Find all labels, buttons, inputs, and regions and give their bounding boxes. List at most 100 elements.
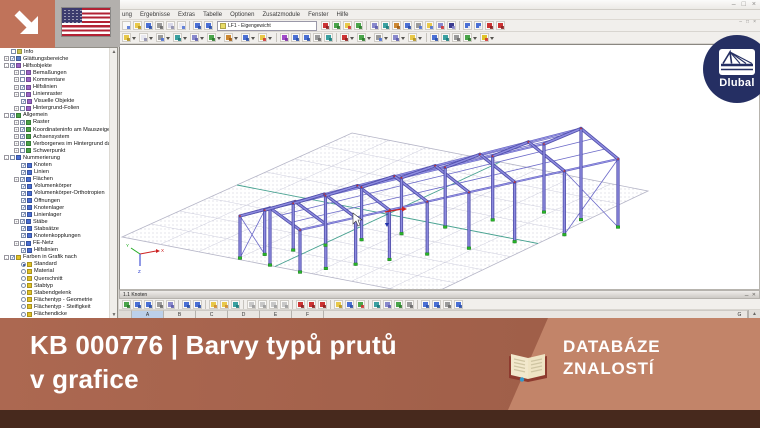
fx-icon[interactable] — [432, 299, 441, 309]
column-header-E[interactable]: E — [260, 310, 292, 318]
table-export-icon[interactable] — [144, 299, 153, 309]
pan-icon[interactable] — [313, 33, 322, 42]
close-icon[interactable]: × — [752, 1, 756, 9]
scroll-up-icon[interactable]: ▲ — [111, 49, 117, 55]
jump-next-icon[interactable] — [318, 299, 327, 309]
row-delete-icon[interactable] — [280, 299, 289, 309]
tree-item[interactable]: + Kommentare — [0, 76, 117, 83]
sum-icon[interactable] — [421, 299, 430, 309]
expand-icon[interactable]: + — [14, 119, 19, 125]
radio-button[interactable] — [21, 304, 26, 310]
zoom-out-icon[interactable] — [302, 33, 311, 42]
expand-icon[interactable]: + — [14, 105, 19, 111]
copy-icon[interactable] — [166, 21, 175, 30]
load-case-select[interactable]: LF1 - Eigengewicht — [217, 20, 317, 31]
new-file-icon[interactable] — [122, 21, 131, 30]
tree-item[interactable]: Hilfslinien — [0, 247, 117, 254]
result-panel-icon[interactable] — [332, 21, 341, 30]
table-filter-icon[interactable] — [166, 299, 175, 309]
import-dxf-icon[interactable] — [372, 299, 381, 309]
tree-item[interactable]: + Glättungsbereiche — [0, 55, 117, 62]
child-window-controls[interactable]: – □ × — [739, 19, 756, 25]
checkbox[interactable] — [21, 226, 26, 232]
workplane-icon[interactable] — [408, 33, 417, 42]
zoom-in-icon[interactable] — [291, 33, 300, 42]
checkbox[interactable] — [20, 240, 25, 246]
grid-toggle-icon[interactable] — [374, 33, 383, 42]
isometric-view-dropdown-caret[interactable] — [200, 33, 205, 42]
row-up-icon[interactable] — [247, 299, 256, 309]
view-render-dropdown-caret[interactable] — [183, 33, 188, 42]
loadcase-nav-right-icon[interactable] — [204, 21, 213, 30]
checkbox[interactable] — [20, 84, 25, 91]
find-icon[interactable] — [425, 21, 434, 30]
jump-prev-icon[interactable] — [307, 299, 316, 309]
tree-item[interactable]: - Nummerierung — [0, 154, 117, 161]
guidelines-dropdown-caret[interactable] — [401, 33, 406, 42]
tree-item[interactable]: Stabsätze — [0, 225, 117, 232]
render-icon[interactable] — [381, 21, 390, 30]
display-props-icon[interactable] — [258, 33, 267, 42]
isometric-view-icon[interactable] — [190, 33, 199, 42]
child-close-icon[interactable]: × — [753, 19, 756, 25]
colors-scale-icon[interactable] — [480, 33, 489, 42]
radio-button[interactable] — [21, 261, 26, 267]
checkbox[interactable] — [10, 155, 15, 161]
guidelines-icon[interactable] — [391, 33, 400, 42]
open-folder-icon[interactable] — [133, 21, 142, 30]
checkbox[interactable] — [21, 233, 26, 239]
radio-button[interactable] — [21, 276, 26, 282]
tree-item[interactable]: + Bemaßungen — [0, 69, 117, 76]
menu-item-ung[interactable]: ung — [122, 12, 132, 18]
checkbox[interactable] — [20, 77, 25, 83]
numbering-dropdown-caret[interactable] — [251, 33, 256, 42]
checkbox[interactable] — [10, 56, 15, 62]
show-results-icon[interactable] — [321, 21, 330, 30]
checkbox[interactable] — [20, 105, 25, 111]
checkbox[interactable] — [10, 112, 15, 119]
highlight-off-icon[interactable] — [220, 299, 229, 309]
checkbox[interactable] — [20, 119, 25, 126]
expand-icon[interactable]: + — [14, 240, 19, 246]
expand-icon[interactable]: + — [14, 176, 19, 182]
rotate-icon[interactable] — [403, 21, 412, 30]
display-props-dropdown-caret[interactable] — [268, 33, 273, 42]
tree-item[interactable]: Flächendicke — [0, 310, 117, 317]
redo-dropdown-caret[interactable] — [149, 33, 154, 42]
checkbox[interactable] — [21, 98, 26, 105]
tree-item[interactable]: Flächentyp - Geometrie — [0, 296, 117, 303]
maximize-icon[interactable]: □ — [742, 1, 746, 9]
tree-item[interactable]: Linienlager — [0, 211, 117, 218]
mirror-icon[interactable] — [430, 33, 439, 42]
collapse-icon[interactable]: - — [4, 155, 9, 161]
snap-dropdown-caret[interactable] — [367, 33, 372, 42]
table-corner-cell[interactable] — [119, 310, 132, 318]
table-import-icon[interactable] — [133, 299, 142, 309]
expand-icon[interactable]: + — [14, 70, 19, 76]
radio-button[interactable] — [21, 311, 26, 317]
tree-item[interactable]: + Flächen — [0, 176, 117, 183]
checkbox[interactable] — [21, 205, 26, 211]
collapse-icon[interactable]: - — [4, 112, 9, 118]
loadcase-step-dropdown-caret[interactable] — [234, 33, 239, 42]
undo-dropdown-caret[interactable] — [132, 33, 137, 42]
colors-scale-dropdown-caret[interactable] — [490, 33, 495, 42]
dimension-icon[interactable] — [452, 33, 461, 42]
new-model-icon[interactable] — [370, 21, 379, 30]
table-scroll-up-icon[interactable]: ▲ — [748, 310, 760, 318]
checkbox[interactable] — [20, 134, 25, 140]
column-header-C[interactable]: C — [196, 310, 228, 318]
expand-icon[interactable]: + — [14, 141, 19, 147]
checkbox[interactable] — [10, 63, 15, 69]
tree-item[interactable]: Volumenkörper-Orthotropien — [0, 190, 117, 197]
calculate-icon[interactable] — [343, 21, 352, 30]
expand-icon[interactable]: + — [14, 219, 19, 225]
view-xy-dropdown-caret[interactable] — [166, 33, 171, 42]
window-controls[interactable]: – □ × — [732, 1, 756, 9]
refresh-view-icon[interactable] — [207, 33, 216, 42]
view-mode-b-icon[interactable] — [193, 299, 202, 309]
child-restore-icon[interactable]: □ — [746, 19, 749, 25]
menu-item-ergebnisse[interactable]: Ergebnisse — [140, 12, 170, 18]
menu-item-hilfe[interactable]: Hilfe — [336, 12, 348, 18]
checkbox[interactable] — [20, 91, 25, 97]
